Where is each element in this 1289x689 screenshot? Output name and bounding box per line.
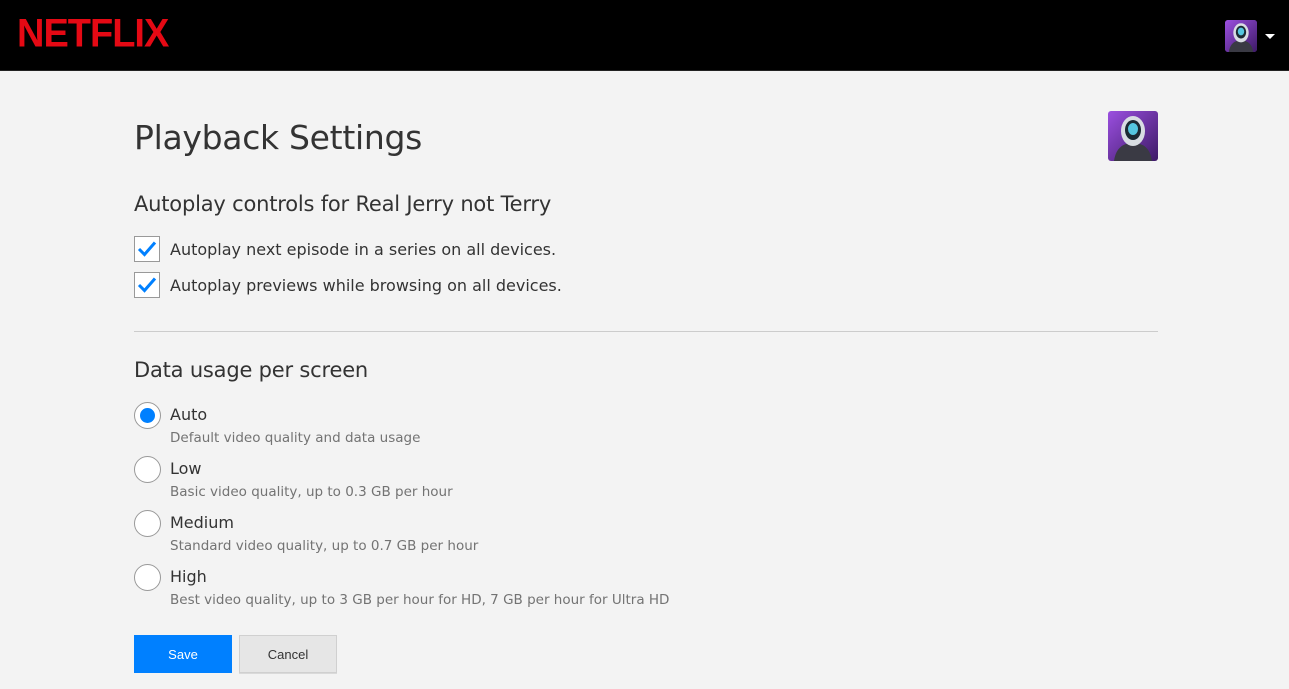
radio-desc-auto: Default video quality and data usage (170, 430, 421, 446)
data-usage-option-auto[interactable]: Auto Default video quality and data usag… (134, 402, 420, 447)
radio-label-low: Low (170, 459, 202, 478)
page-title: Playback Settings (134, 118, 422, 157)
radio-auto[interactable] (134, 402, 161, 429)
data-usage-option-medium[interactable]: Medium Standard video quality, up to 0.7… (134, 510, 478, 555)
data-usage-section-title: Data usage per screen (134, 358, 369, 382)
data-usage-option-high[interactable]: High Best video quality, up to 3 GB per … (134, 564, 669, 609)
radio-desc-low: Basic video quality, up to 0.3 GB per ho… (170, 484, 453, 500)
save-button[interactable]: Save (134, 635, 232, 673)
autoplay-previews-option[interactable]: Autoplay previews while browsing on all … (134, 272, 562, 298)
checkmark-icon (137, 241, 157, 257)
autoplay-next-episode-option[interactable]: Autoplay next episode in a series on all… (134, 236, 556, 262)
caret-down-icon[interactable] (1265, 33, 1275, 39)
autoplay-previews-checkbox[interactable] (134, 272, 160, 298)
section-divider (134, 331, 1158, 332)
autoplay-section-title: Autoplay controls for Real Jerry not Ter… (134, 192, 552, 216)
autoplay-next-episode-checkbox[interactable] (134, 236, 160, 262)
cancel-button[interactable]: Cancel (239, 635, 337, 673)
radio-label-high: High (170, 567, 207, 586)
netflix-logo[interactable]: NETFLIX (17, 13, 169, 55)
radio-selected-dot (140, 408, 155, 423)
data-usage-option-low[interactable]: Low Basic video quality, up to 0.3 GB pe… (134, 456, 453, 501)
radio-desc-high: Best video quality, up to 3 GB per hour … (170, 592, 670, 608)
autoplay-previews-label: Autoplay previews while browsing on all … (170, 275, 562, 295)
radio-label-medium: Medium (170, 513, 234, 532)
radio-high[interactable] (134, 564, 161, 591)
radio-low[interactable] (134, 456, 161, 483)
top-nav-bar: NETFLIX (0, 0, 1289, 71)
radio-label-auto: Auto (170, 405, 208, 424)
robot-avatar-icon[interactable] (1225, 20, 1257, 52)
autoplay-next-episode-label: Autoplay next episode in a series on all… (170, 239, 557, 259)
radio-desc-medium: Standard video quality, up to 0.7 GB per… (170, 538, 479, 554)
radio-medium[interactable] (134, 510, 161, 537)
checkmark-icon (137, 277, 157, 293)
account-menu[interactable] (1225, 20, 1275, 52)
robot-avatar-icon (1108, 111, 1158, 161)
